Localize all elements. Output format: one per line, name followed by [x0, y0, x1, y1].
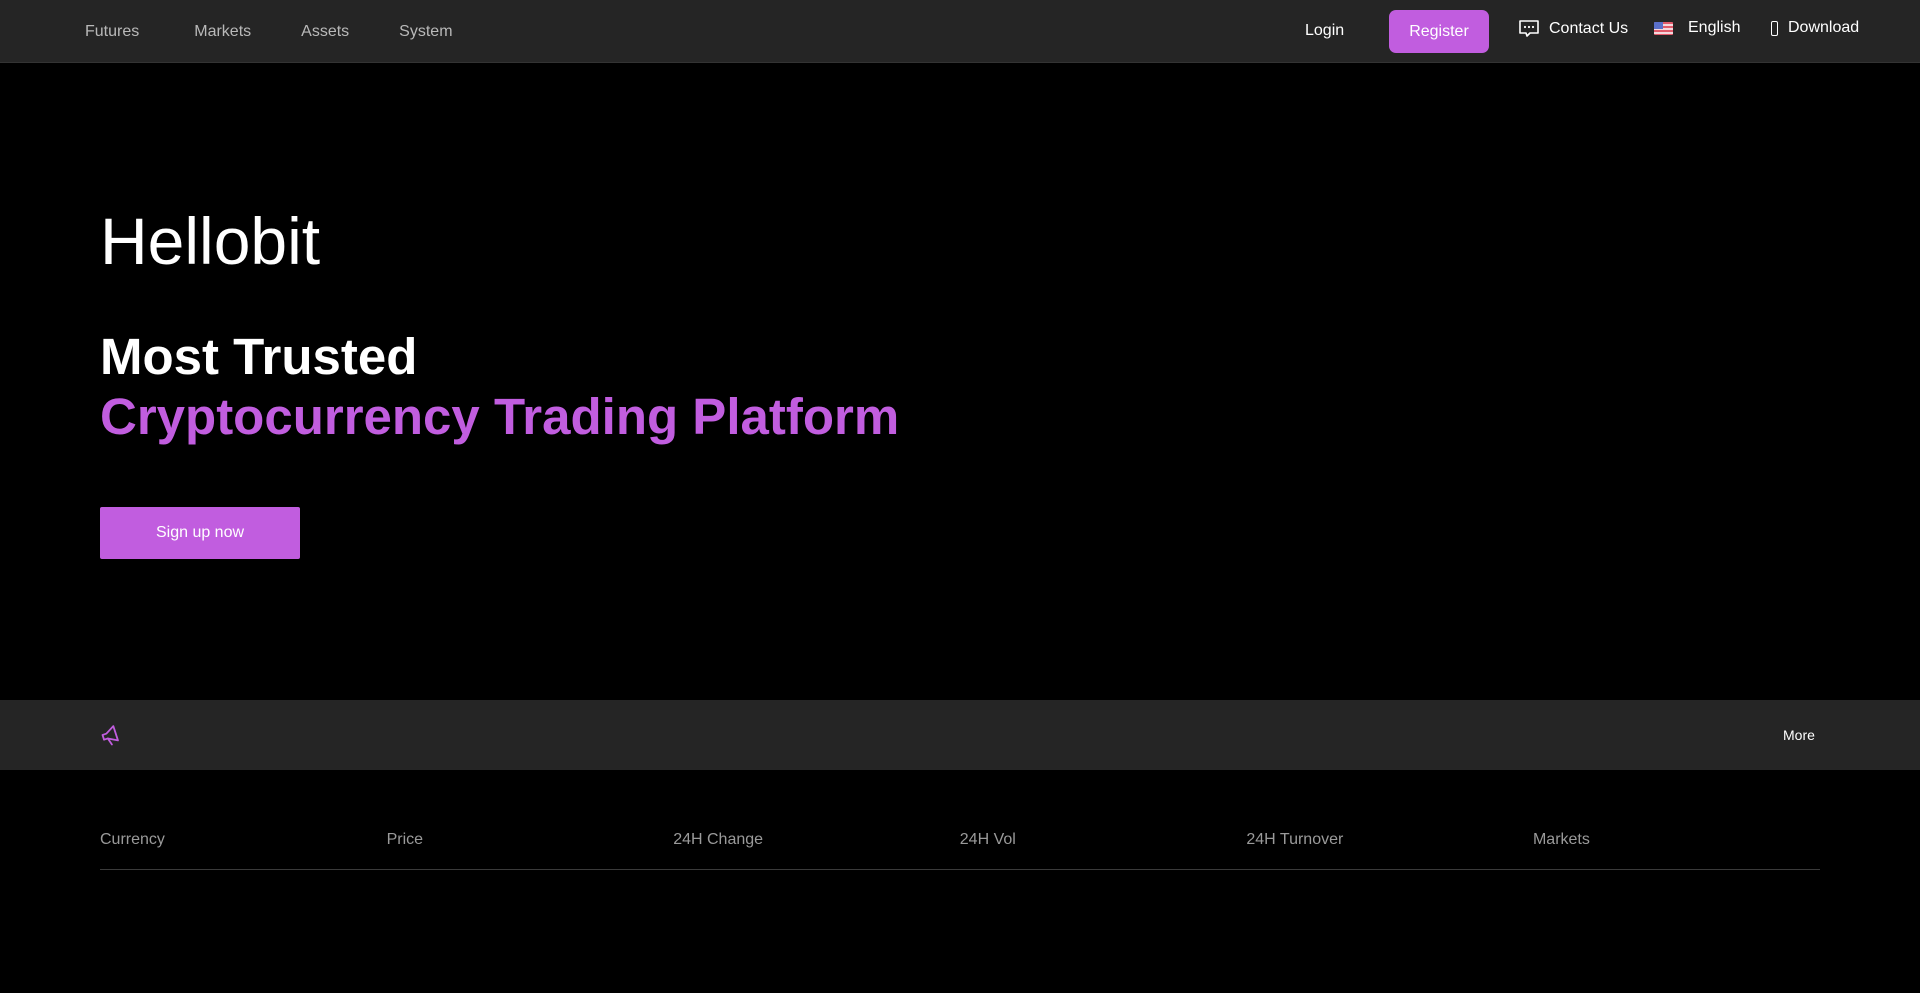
download-label: Download	[1788, 19, 1860, 36]
megaphone-icon	[101, 725, 119, 746]
register-button[interactable]: Register	[1389, 10, 1489, 53]
column-header-24h-change[interactable]: 24H Change	[673, 825, 960, 849]
nav-item-label: Markets	[194, 22, 252, 40]
more-label: More	[1783, 727, 1815, 743]
nav-item-label: Assets	[301, 22, 350, 40]
table-header-row: Currency Price 24H Change 24H Vol 24H Tu…	[100, 825, 1820, 870]
hero-headline: Most Trusted	[100, 328, 418, 385]
hero-subheadline: Cryptocurrency Trading Platform	[100, 388, 900, 445]
nav-item-markets[interactable]: Markets	[194, 23, 251, 41]
market-table: Currency Price 24H Change 24H Vol 24H Tu…	[100, 825, 1820, 870]
language-label: English	[1688, 19, 1741, 36]
chat-bubble-icon	[1519, 20, 1539, 37]
main-menu: Futures Markets Assets System	[85, 0, 508, 63]
phone-icon	[1771, 20, 1778, 36]
brand-title: Hellobit	[100, 204, 321, 278]
column-header-24h-turnover[interactable]: 24H Turnover	[1246, 825, 1533, 849]
us-flag-icon	[1654, 21, 1673, 35]
column-header-price[interactable]: Price	[387, 825, 674, 849]
announcement-bar: More	[0, 700, 1920, 770]
language-selector[interactable]: English	[1654, 19, 1740, 37]
contact-us-label: Contact Us	[1549, 20, 1629, 37]
column-header-markets[interactable]: Markets	[1533, 825, 1820, 849]
nav-item-label: Futures	[85, 22, 140, 40]
sign-up-button[interactable]: Sign up now	[100, 507, 300, 559]
download-link[interactable]: Download	[1771, 19, 1859, 37]
top-navigation: Futures Markets Assets System Login Regi…	[0, 0, 1920, 63]
column-header-currency[interactable]: Currency	[100, 825, 387, 849]
more-link[interactable]: More	[1783, 727, 1817, 743]
column-header-24h-vol[interactable]: 24H Vol	[960, 825, 1247, 849]
login-link[interactable]: Login	[1305, 22, 1344, 40]
nav-item-assets[interactable]: Assets	[301, 23, 349, 41]
nav-item-futures[interactable]: Futures	[85, 23, 144, 41]
contact-us-link[interactable]: Contact Us	[1518, 19, 1628, 39]
nav-item-label: System	[399, 22, 453, 40]
nav-item-system[interactable]: System	[399, 23, 457, 41]
